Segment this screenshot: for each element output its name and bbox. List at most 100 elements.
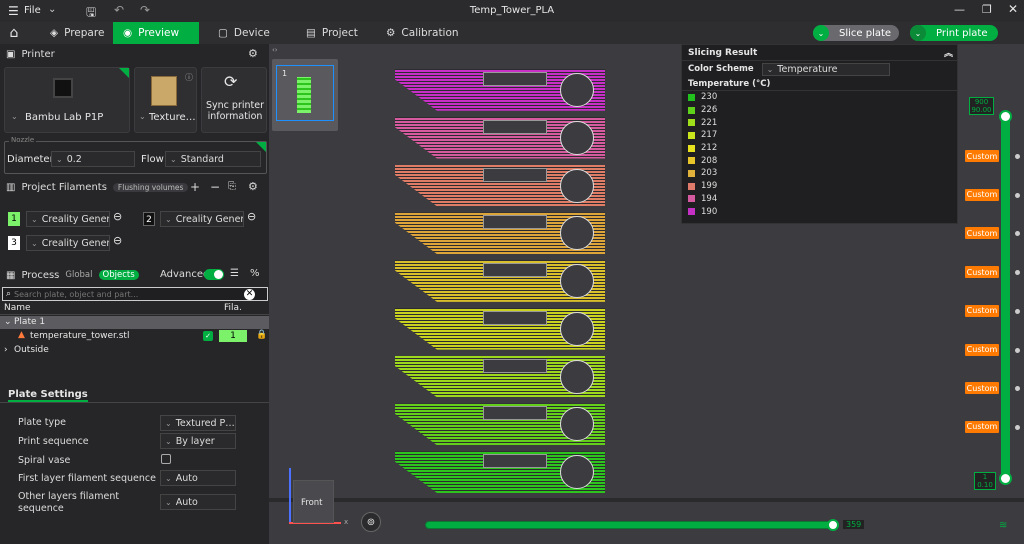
outside-label: Outside (14, 345, 49, 355)
layer-slider-top-handle[interactable] (999, 110, 1012, 123)
filament-1-remove-icon[interactable]: ⊖ (113, 210, 122, 223)
print-sequence-select[interactable]: ⌄ By layer (160, 433, 236, 449)
fit-view-icon[interactable]: ⊚ (361, 512, 381, 532)
print-dropdown-icon[interactable]: ⌄ (910, 25, 926, 41)
object-filament-badge[interactable]: 1 (219, 330, 247, 342)
collapse-panel-icon[interactable]: ︽ (944, 46, 953, 59)
custom-gcode-tag[interactable]: Custom (965, 227, 999, 240)
collapse-sidebar-icon[interactable]: ‹› (272, 46, 278, 54)
tab-prepare[interactable]: ◈ Prepare (40, 22, 114, 44)
tab-label: Preview (138, 27, 180, 39)
filament-3-remove-icon[interactable]: ⊖ (113, 234, 122, 247)
filament-2-name: Creality Gener… (175, 213, 244, 225)
tab-preview[interactable]: ◉ Preview (113, 22, 199, 44)
restore-icon[interactable]: ❐ (982, 3, 992, 16)
plate-info-icon[interactable]: ⓘ (185, 72, 193, 83)
other-layers-seq-select[interactable]: ⌄ Auto (160, 494, 236, 510)
minimize-icon[interactable]: — (954, 3, 965, 16)
custom-gcode-tag[interactable]: Custom (965, 188, 999, 201)
custom-gcode-tick[interactable] (1015, 347, 1020, 353)
tower-overhang-circle (560, 120, 594, 155)
diameter-select[interactable]: ⌄ 0.2 (51, 151, 135, 167)
plate-thumbnail[interactable]: 1 (272, 59, 338, 131)
filament-3-swatch[interactable]: 3 (8, 236, 20, 250)
percent-icon[interactable]: % (250, 268, 260, 279)
custom-gcode-tag[interactable]: Custom (965, 304, 999, 317)
legend-row: 199 (682, 180, 957, 193)
legend-title: Temperature (°C) (682, 77, 957, 91)
custom-gcode-tick[interactable] (1015, 192, 1020, 198)
filament-1-swatch[interactable]: 1 (8, 212, 20, 226)
filament-2-swatch[interactable]: 2 (143, 212, 155, 226)
axis-x-label: x (344, 518, 349, 526)
object-checkbox[interactable]: ✓ (203, 331, 213, 341)
plate-row[interactable]: ⌄ Plate 1 (0, 316, 269, 329)
outside-row[interactable]: › Outside (0, 344, 269, 357)
remove-filament-icon[interactable]: − (210, 180, 220, 194)
legend-swatch (688, 182, 695, 190)
slice-dropdown-icon[interactable]: ⌄ (813, 25, 829, 41)
layers-icon[interactable]: ≋ (999, 520, 1007, 531)
sync-icon: ⟳ (224, 72, 238, 91)
chevron-down-icon: ⌄ (31, 238, 38, 248)
tab-device[interactable]: ▢ Device (208, 22, 280, 44)
sync-filament-icon[interactable]: ⎘ (228, 181, 236, 192)
custom-gcode-tag[interactable]: Custom (965, 343, 999, 356)
move-slider-track[interactable] (425, 521, 837, 529)
filament-1-select[interactable]: ⌄Creality Gener… (26, 211, 110, 227)
close-icon[interactable]: ✕ (1008, 2, 1018, 16)
lock-icon[interactable]: 🔒 (256, 330, 267, 340)
custom-gcode-tick[interactable] (1015, 424, 1020, 430)
plate-dropdown-icon[interactable]: ⌄ (139, 112, 146, 121)
tab-calibration[interactable]: ⚙ Calibration (376, 22, 469, 44)
object-row[interactable]: ▲ temperature_tower.stl ✓ 1 🔒 (0, 330, 269, 343)
home-icon[interactable]: ⌂ (0, 22, 28, 44)
filament-2-select[interactable]: ⌄Creality Gener… (160, 211, 244, 227)
layer-slider-bottom-handle[interactable] (999, 472, 1012, 485)
temperature-tower-model[interactable] (395, 69, 615, 499)
spiral-vase-checkbox[interactable] (161, 454, 171, 464)
slice-plate-button[interactable]: ⌄ Slice plate (813, 25, 899, 41)
prepare-icon: ◈ (50, 27, 59, 39)
clear-search-icon[interactable]: ✕ (244, 288, 256, 300)
plate-card[interactable]: ⓘ ⌄ Texture… (134, 67, 197, 133)
move-slider-handle[interactable] (827, 519, 839, 531)
print-plate-button[interactable]: ⌄ Print plate (910, 25, 998, 41)
global-toggle[interactable]: Global (65, 270, 92, 280)
flushing-volumes-button[interactable]: Flushing volumes (112, 182, 189, 192)
printer-settings-gear-icon[interactable]: ⚙ (248, 47, 258, 60)
spiral-vase-label: Spiral vase (18, 455, 71, 466)
objects-toggle[interactable]: Objects (98, 270, 139, 280)
tower-bridge-gap (483, 263, 547, 278)
search-box[interactable]: ⌕ ✕ (2, 287, 268, 301)
custom-gcode-tag[interactable]: Custom (965, 382, 999, 395)
filament-3-select[interactable]: ⌄Creality Gener… (26, 235, 110, 251)
custom-gcode-tag[interactable]: Custom (965, 420, 999, 433)
color-scheme-select[interactable]: ⌄ Temperature (761, 62, 890, 76)
printer-card[interactable]: Bambu Lab P1P ⌄ (4, 67, 130, 133)
view-cube[interactable]: Front (293, 480, 334, 523)
filament-2-remove-icon[interactable]: ⊖ (247, 210, 256, 223)
filament-settings-gear-icon[interactable]: ⚙ (248, 180, 258, 193)
search-input[interactable] (14, 289, 245, 299)
printer-dropdown-icon[interactable]: ⌄ (11, 112, 18, 121)
custom-gcode-tag[interactable]: Custom (965, 150, 999, 162)
advanced-switch[interactable] (204, 269, 224, 280)
plate-type-select[interactable]: ⌄ Textured P… (160, 415, 236, 431)
other-layers-seq-label: Other layers filament sequence (18, 491, 120, 514)
custom-gcode-tag[interactable]: Custom (965, 266, 999, 279)
layer-slider-track[interactable] (1001, 112, 1010, 484)
list-icon[interactable]: ☰ (230, 268, 239, 279)
tower-block (395, 403, 605, 446)
tab-project[interactable]: ▤ Project (296, 22, 368, 44)
custom-gcode-tick[interactable] (1015, 154, 1020, 159)
flow-select[interactable]: ⌄ Standard (165, 151, 261, 167)
add-filament-icon[interactable]: + (190, 180, 200, 194)
custom-gcode-tick[interactable] (1015, 308, 1020, 314)
plate-expand-icon[interactable]: ⌄ (4, 317, 12, 327)
outside-expand-icon[interactable]: › (4, 345, 8, 355)
sync-printer-button[interactable]: ⟳ Sync printer information (201, 67, 267, 133)
warning-icon: ▲ (18, 330, 25, 340)
first-layer-seq-select[interactable]: ⌄ Auto (160, 470, 236, 486)
top-layer-height: 90.00 (971, 106, 992, 114)
